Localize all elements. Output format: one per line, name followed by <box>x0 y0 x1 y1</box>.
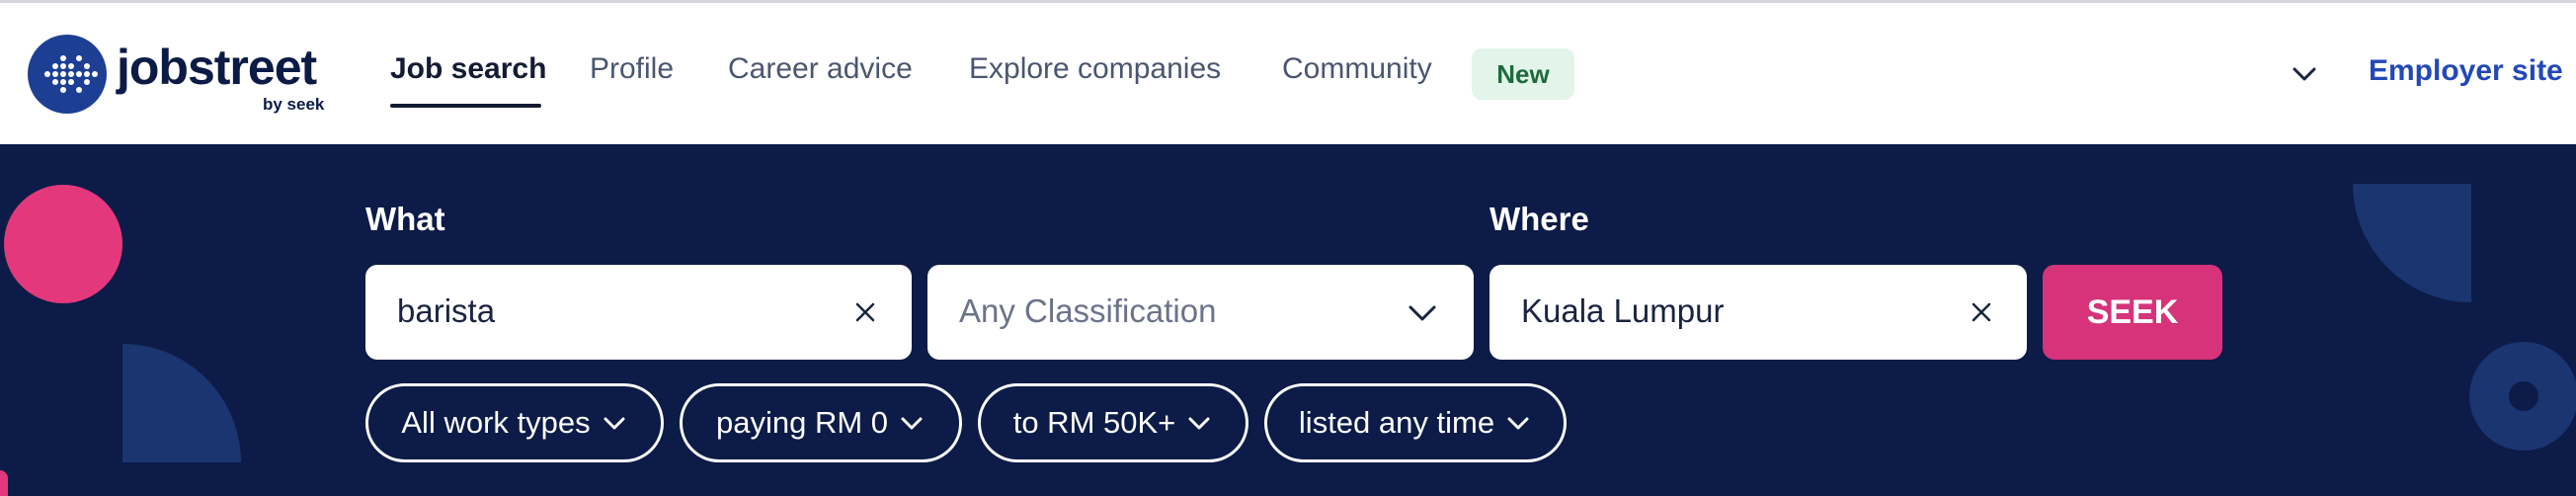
logo-tagline: by seek <box>263 95 325 114</box>
nav-active-indicator <box>390 104 541 108</box>
chevron-down-icon <box>1409 305 1436 321</box>
decorative-blue-ring <box>2469 342 2576 451</box>
search-hero: What Where barista Any Classification Ku… <box>0 144 2576 496</box>
filter-salary-min-label: paying RM 0 <box>715 405 889 440</box>
classification-value: Any Classification <box>959 292 1217 329</box>
decorative-pink-sliver <box>0 470 8 496</box>
filter-date-listed-label: listed any time <box>1298 405 1495 440</box>
site-header: jobstreet by seek Job search Profile Car… <box>0 3 2576 144</box>
nav-explore-companies[interactable]: Explore companies <box>969 52 1221 86</box>
what-label: What <box>365 201 445 237</box>
decorative-blue-quarter-right <box>2353 184 2471 302</box>
filter-salary-max-label: to RM 50K+ <box>1012 405 1176 440</box>
chevron-down-icon <box>1188 417 1210 430</box>
chevron-down-icon <box>901 417 923 430</box>
keyword-value: barista <box>397 292 496 329</box>
filter-salary-max[interactable]: to RM 50K+ <box>978 383 1248 462</box>
nav-community[interactable]: Community <box>1282 52 1432 86</box>
keyword-input[interactable]: barista <box>365 265 912 360</box>
clear-location-icon[interactable] <box>1968 298 1995 326</box>
clear-keyword-icon[interactable] <box>851 298 879 326</box>
filter-work-types-label: All work types <box>401 405 591 440</box>
nav-career-advice[interactable]: Career advice <box>728 52 913 86</box>
logo-mark-icon <box>28 35 107 114</box>
chevron-down-icon[interactable] <box>2290 59 2319 89</box>
decorative-blue-quarter <box>122 344 241 462</box>
nav-job-search[interactable]: Job search <box>390 52 546 86</box>
decorative-pink-circle <box>4 185 122 303</box>
new-badge: New <box>1472 48 1574 100</box>
logo-wordmark: jobstreet <box>117 40 317 95</box>
seek-button[interactable]: SEEK <box>2043 265 2222 360</box>
location-value: Kuala Lumpur <box>1521 292 1725 329</box>
nav-profile[interactable]: Profile <box>590 52 674 86</box>
filter-salary-min[interactable]: paying RM 0 <box>680 383 962 462</box>
classification-select[interactable]: Any Classification <box>927 265 1474 360</box>
filter-work-types[interactable]: All work types <box>365 383 664 462</box>
employer-site-link[interactable]: Employer site <box>2369 54 2563 88</box>
chevron-down-icon <box>1507 417 1529 430</box>
location-input[interactable]: Kuala Lumpur <box>1489 265 2027 360</box>
where-label: Where <box>1489 201 1589 237</box>
chevron-down-icon <box>604 417 625 430</box>
filter-date-listed[interactable]: listed any time <box>1264 383 1567 462</box>
